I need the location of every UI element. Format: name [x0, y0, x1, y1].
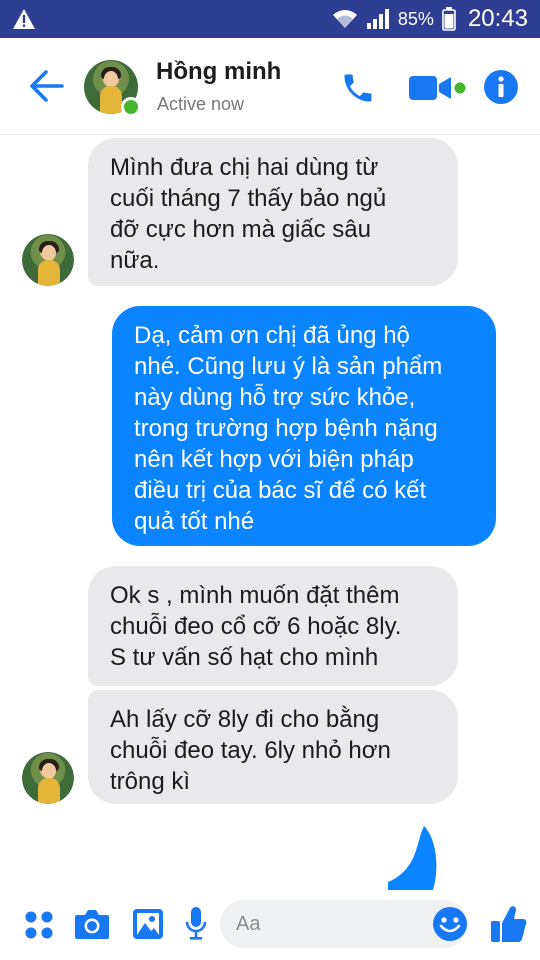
like-sticker-icon[interactable] [388, 826, 440, 898]
battery-icon [442, 7, 456, 31]
message-bubble-outgoing[interactable]: Dạ, cảm ơn chị đã ủng hộ nhé. Cũng lưu ý… [112, 306, 496, 546]
message-input[interactable] [220, 900, 468, 948]
sender-avatar[interactable] [22, 234, 74, 286]
message-composer [0, 890, 540, 960]
contact-name[interactable]: Hồng minh [156, 58, 281, 86]
conversation-header: Hồng minh Active now [0, 38, 540, 135]
video-call-icon[interactable] [408, 74, 470, 102]
message-bubble-incoming[interactable]: Ok s , mình muốn đặt thêm chuỗi đeo cổ c… [88, 566, 458, 686]
clock: 20:43 [467, 5, 528, 32]
microphone-icon[interactable] [184, 906, 208, 942]
contact-avatar[interactable] [84, 60, 141, 117]
status-bar-right: 85% 20:43 [332, 0, 528, 38]
like-thumb-icon[interactable] [490, 904, 528, 944]
message-bubble-incoming[interactable]: Ah lấy cỡ 8ly đi cho bằng chuỗi đeo tay.… [88, 690, 458, 804]
back-arrow-icon[interactable] [26, 68, 66, 104]
online-indicator [121, 97, 141, 117]
wifi-icon [332, 10, 357, 28]
battery-percentage: 85% [397, 8, 434, 29]
emoji-icon[interactable] [432, 906, 468, 942]
more-apps-icon[interactable] [24, 910, 54, 940]
sender-avatar[interactable] [22, 752, 74, 804]
message-bubble-incoming[interactable]: Mình đưa chị hai dùng từ cuối tháng 7 th… [88, 138, 458, 286]
status-bar: 85% 20:43 [0, 0, 540, 38]
gallery-icon[interactable] [132, 908, 164, 940]
info-icon[interactable] [483, 69, 519, 105]
signal-icon [366, 9, 389, 29]
phone-call-icon[interactable] [340, 70, 376, 106]
contact-status: Active now [157, 94, 245, 114]
warning-icon [13, 9, 35, 29]
camera-icon[interactable] [74, 908, 110, 940]
